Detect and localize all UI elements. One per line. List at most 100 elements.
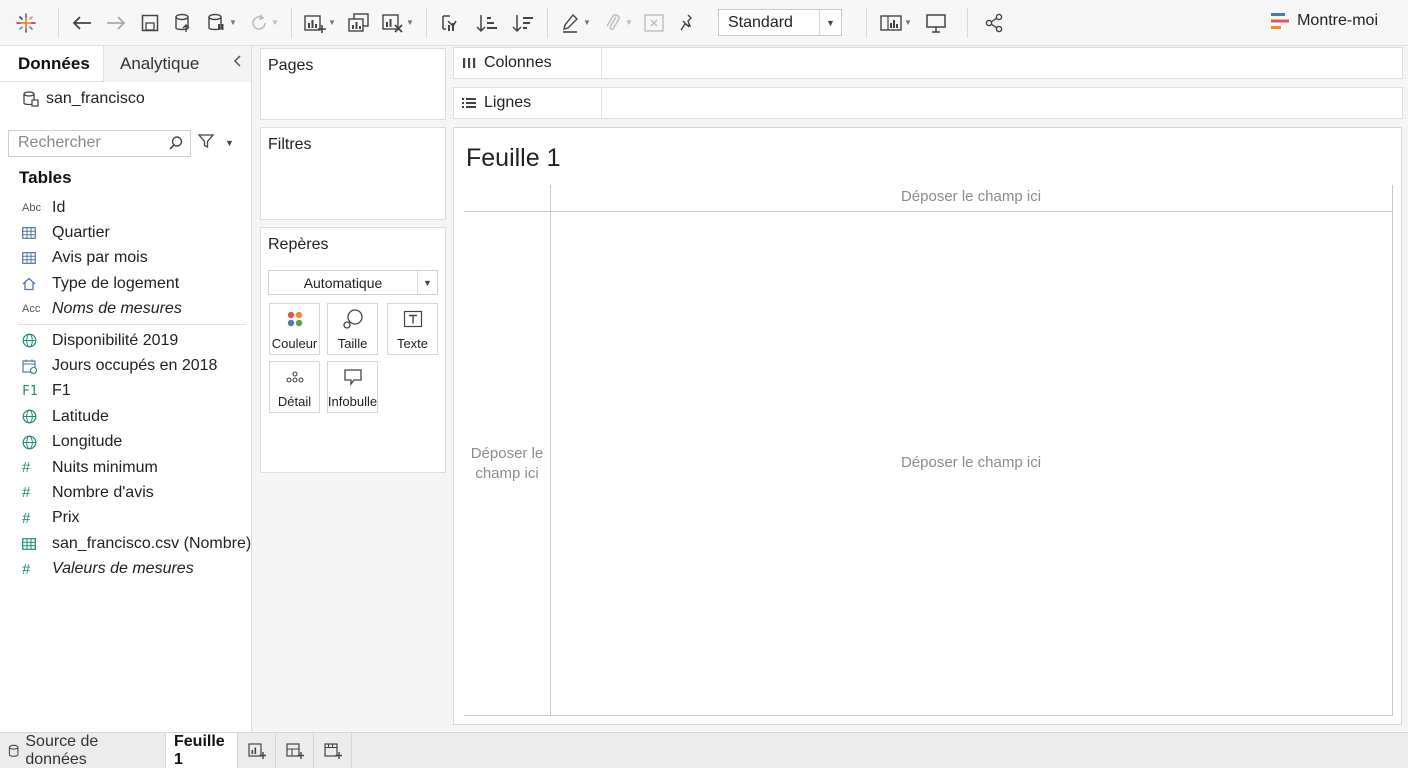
detail-button[interactable]: Détail <box>269 361 320 413</box>
data-pane: Données Analytique san_francisco Recherc… <box>0 46 252 732</box>
refresh-icon[interactable]: ▼ <box>243 8 285 38</box>
new-dashboard-icon[interactable] <box>276 733 314 768</box>
drop-zone-columns[interactable]: Déposer le champ ici <box>550 188 1392 205</box>
field-item[interactable]: Latitude <box>0 404 252 429</box>
toolbar-separator <box>866 7 867 38</box>
color-button[interactable]: Couleur <box>269 303 320 355</box>
filters-card[interactable]: Filtres <box>260 127 446 220</box>
size-button[interactable]: Taille <box>327 303 378 355</box>
field-item[interactable]: san_francisco.csv (Nombre) <box>0 531 252 556</box>
new-worksheet-icon[interactable]: ▼ <box>298 8 342 38</box>
fix-axes-icon[interactable] <box>670 8 704 38</box>
field-item[interactable]: F1 F1 <box>0 379 252 404</box>
tooltip-button[interactable]: Infobulle <box>327 361 378 413</box>
globe-icon <box>0 333 52 348</box>
new-story-icon[interactable] <box>314 733 352 768</box>
filters-title: Filtres <box>268 136 312 153</box>
field-label: Longitude <box>52 433 123 451</box>
home-icon <box>0 277 52 291</box>
field-item[interactable]: # Nuits minimum <box>0 455 252 480</box>
tab-datasource-label: Source de données <box>25 732 99 768</box>
field-item[interactable]: Acc Noms de mesures <box>0 297 252 322</box>
new-worksheet-icon[interactable] <box>238 733 276 768</box>
field-label: san_francisco.csv (Nombre) <box>52 534 252 552</box>
field-label: Latitude <box>52 407 109 425</box>
show-me-icon <box>1271 13 1290 29</box>
field-label: Valeurs de mesures <box>52 560 194 578</box>
toolbar-separator <box>426 7 427 38</box>
presentation-mode-icon[interactable] <box>919 8 953 38</box>
field-item[interactable]: Avis par mois <box>0 246 252 271</box>
datasource-item[interactable]: san_francisco <box>0 82 251 116</box>
duplicate-sheet-icon[interactable] <box>342 8 376 38</box>
calendar-icon <box>0 359 52 374</box>
row-header-divider <box>550 185 551 715</box>
field-label: Type de logement <box>52 274 180 292</box>
chevron-down-icon[interactable]: ▼ <box>819 10 841 35</box>
show-mark-labels-icon[interactable] <box>638 8 670 38</box>
tab-analytics[interactable]: Analytique <box>104 46 251 82</box>
mark-type-value: Automatique <box>303 274 383 291</box>
undo-icon[interactable] <box>65 8 99 38</box>
sort-ascending-icon[interactable] <box>469 8 505 38</box>
drop-zone-rows[interactable]: Déposer le champ ici <box>464 444 550 484</box>
pages-card[interactable]: Pages <box>260 48 446 120</box>
toolbar-separator <box>291 7 292 38</box>
mark-type-select[interactable]: Automatique ▼ <box>268 270 438 295</box>
text-label: Texte <box>396 336 429 351</box>
drop-zone-view[interactable]: Déposer le champ ici <box>550 454 1392 471</box>
datasource-icon <box>23 91 39 107</box>
redo-icon[interactable] <box>99 8 133 38</box>
globe-icon <box>0 435 52 450</box>
tab-data[interactable]: Données <box>0 46 104 82</box>
canvas-bottom-border <box>464 715 1393 716</box>
filter-icon[interactable] <box>197 132 215 155</box>
search-placeholder: Rechercher <box>18 134 101 151</box>
tableau-logo-icon[interactable] <box>0 8 52 38</box>
group-members-icon[interactable]: ▼ <box>598 8 638 38</box>
table-icon <box>0 252 52 265</box>
section-divider <box>18 323 246 325</box>
field-item[interactable]: # Nombre d'avis <box>0 480 252 505</box>
field-item[interactable]: Jours occupés en 2018 <box>0 353 252 378</box>
size-icon <box>342 306 364 332</box>
field-item[interactable]: Quartier <box>0 220 252 245</box>
collapse-pane-icon[interactable] <box>233 54 243 71</box>
save-icon[interactable] <box>133 8 167 38</box>
sort-descending-icon[interactable] <box>505 8 541 38</box>
datasource-icon <box>8 744 19 757</box>
share-icon[interactable] <box>974 8 1014 38</box>
column-header-divider <box>464 211 1393 212</box>
field-item[interactable]: Longitude <box>0 430 252 455</box>
field-item[interactable]: Abc Id <box>0 195 252 220</box>
columns-shelf[interactable]: Colonnes <box>453 47 1403 79</box>
field-label: Avis par mois <box>52 249 148 267</box>
detail-label: Détail <box>277 394 312 409</box>
field-label: Nuits minimum <box>52 458 158 476</box>
swap-rows-columns-icon[interactable] <box>433 8 469 38</box>
fit-view-select[interactable]: Standard ▼ <box>718 9 842 36</box>
field-item[interactable]: Disponibilité 2019 <box>0 328 252 353</box>
field-item[interactable]: # Prix <box>0 506 252 531</box>
show-cards-icon[interactable]: ▼ <box>873 8 919 38</box>
canvas-right-border <box>1392 185 1393 715</box>
highlight-icon[interactable]: ▼ <box>554 8 598 38</box>
columns-icon <box>463 58 476 68</box>
tab-sheet1[interactable]: Feuille 1 <box>166 733 238 768</box>
chevron-down-icon[interactable]: ▼ <box>225 138 234 148</box>
clear-sheet-icon[interactable]: ▼ <box>376 8 420 38</box>
show-me-button[interactable]: Montre-moi <box>1271 12 1378 30</box>
search-input[interactable]: Rechercher <box>8 129 191 157</box>
marks-card: Repères Automatique ▼ Couleur Taille Tex… <box>260 227 446 473</box>
new-datasource-icon[interactable] <box>167 8 201 38</box>
rows-shelf[interactable]: Lignes <box>453 87 1403 119</box>
text-button[interactable]: Texte <box>387 303 438 355</box>
abc-icon: Abc <box>22 201 41 214</box>
field-item[interactable]: # Valeurs de mesures <box>0 556 252 581</box>
field-item[interactable]: Type de logement <box>0 271 252 296</box>
pause-updates-icon[interactable]: ▼ <box>201 8 243 38</box>
sheet-title[interactable]: Feuille 1 <box>466 144 561 173</box>
tables-heading: Tables <box>19 168 72 187</box>
tab-datasource[interactable]: Source de données <box>0 733 166 768</box>
size-label: Taille <box>337 336 368 351</box>
